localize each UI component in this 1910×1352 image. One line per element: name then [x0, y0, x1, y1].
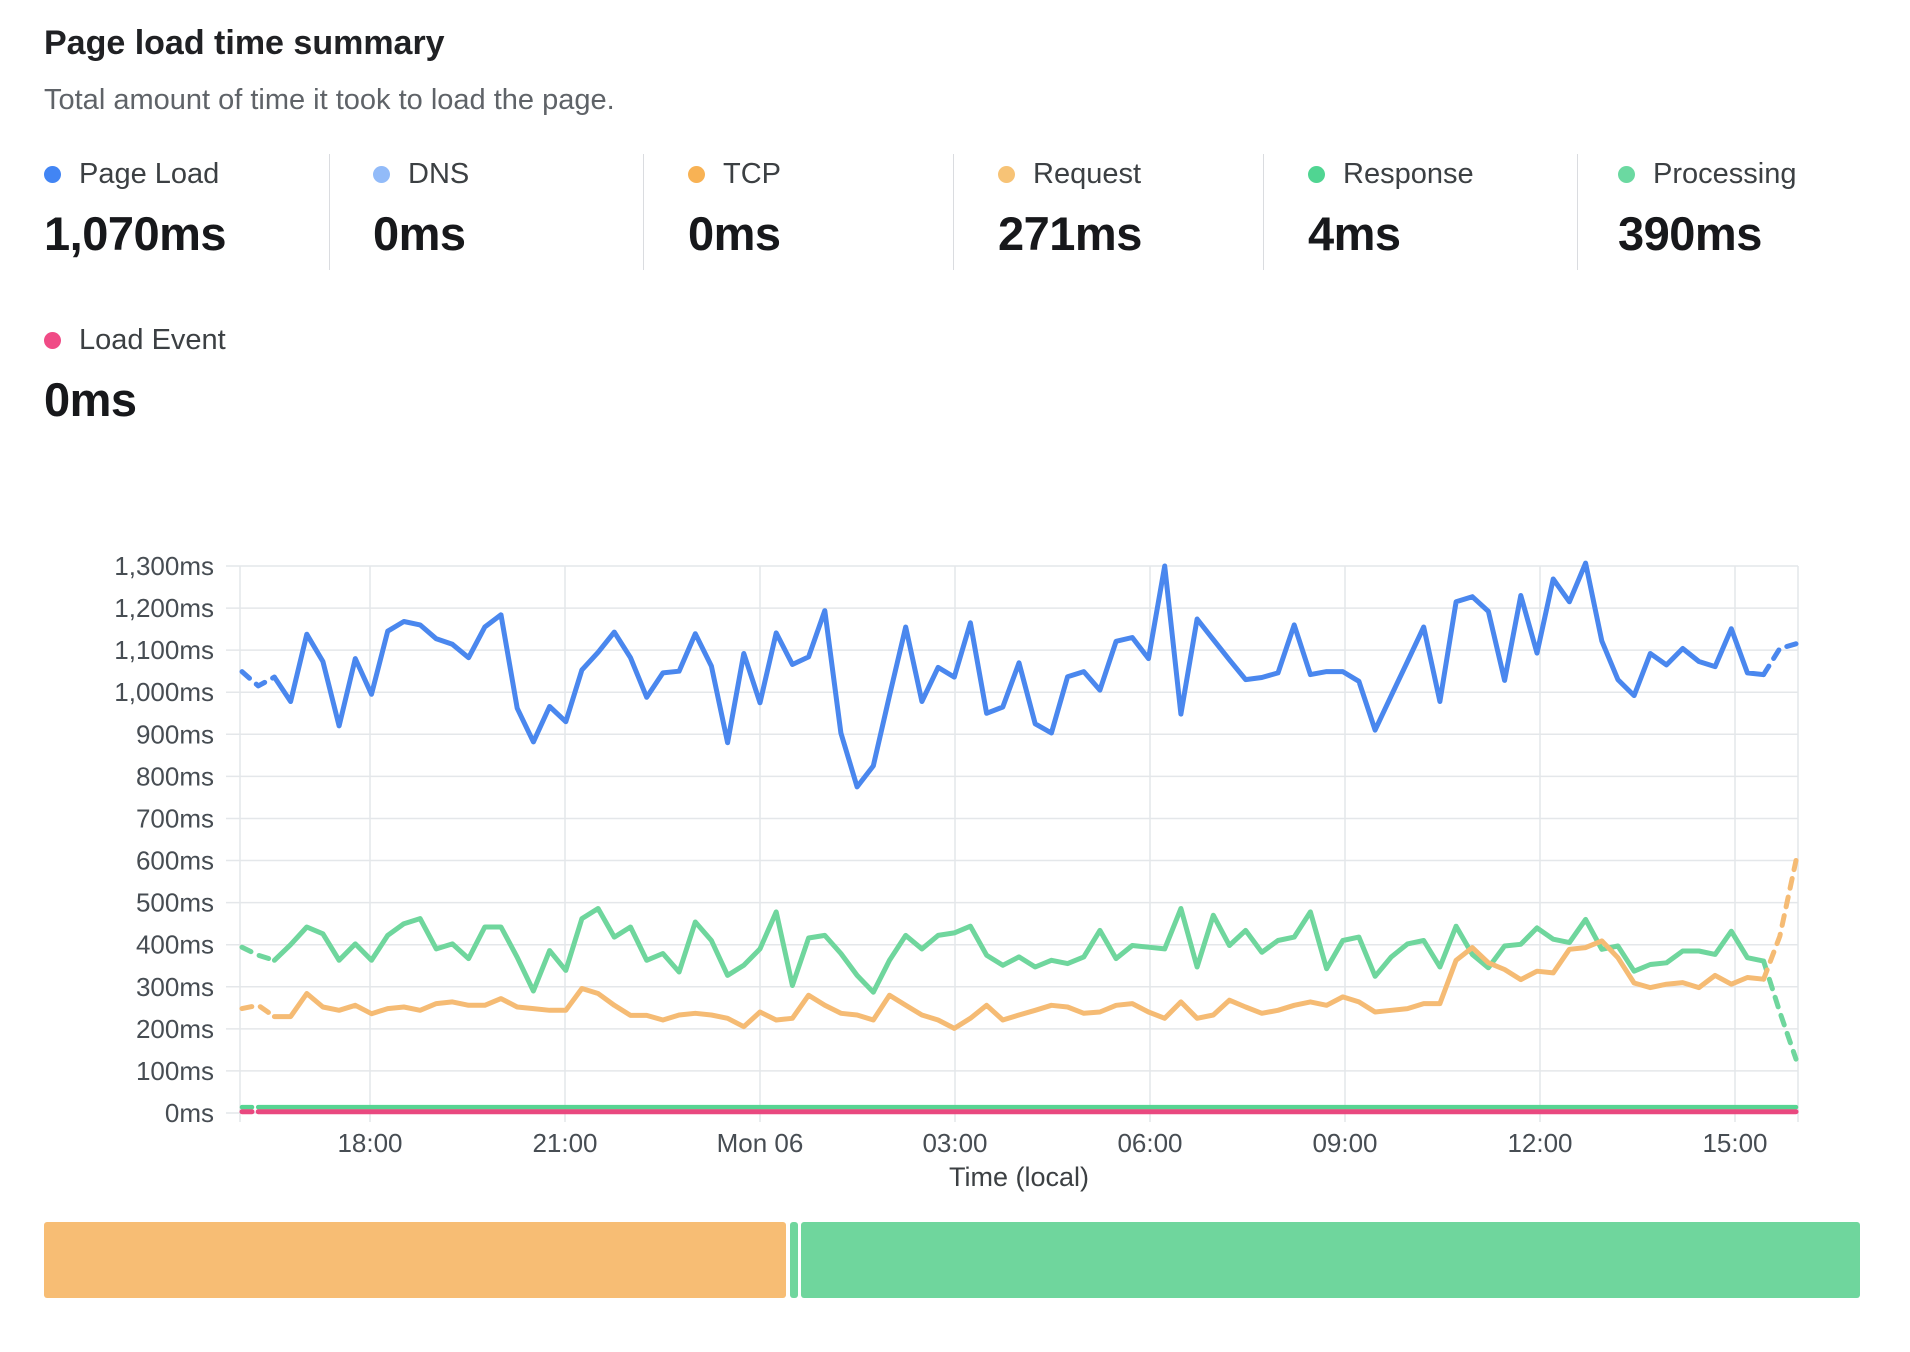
- y-axis-tick-label: 500ms: [136, 888, 214, 918]
- x-axis-tick-label: 03:00: [922, 1128, 987, 1158]
- x-axis-tick-label: 21:00: [532, 1128, 597, 1158]
- series-page-load-dashed: [242, 672, 274, 686]
- x-axis-tick-label: 06:00: [1117, 1128, 1182, 1158]
- y-axis-tick-label: 200ms: [136, 1014, 214, 1044]
- y-axis-tick-label: 100ms: [136, 1056, 214, 1086]
- y-axis-tick-label: 0ms: [165, 1098, 214, 1128]
- series-processing-dashed: [242, 947, 274, 960]
- x-axis-tick-label: 09:00: [1312, 1128, 1377, 1158]
- y-axis-tick-label: 900ms: [136, 719, 214, 749]
- timeline-bar-segment[interactable]: [801, 1222, 1860, 1298]
- timeline-bar[interactable]: [0, 1222, 1910, 1300]
- y-axis-tick-label: 800ms: [136, 761, 214, 791]
- y-axis-tick-label: 700ms: [136, 803, 214, 833]
- y-axis-tick-label: 400ms: [136, 930, 214, 960]
- x-axis-tick-label: Mon 06: [717, 1128, 804, 1158]
- y-axis-tick-label: 1,300ms: [114, 551, 214, 581]
- x-axis-title: Time (local): [949, 1162, 1089, 1192]
- y-axis-tick-label: 1,200ms: [114, 593, 214, 623]
- timeline-bar-segment[interactable]: [790, 1222, 798, 1298]
- page-load-time-line-chart[interactable]: 0ms 100ms 200ms 300ms 400ms 500ms 600ms 700ms 80…: [0, 0, 1910, 1352]
- y-axis-tick-label: 1,100ms: [114, 635, 214, 665]
- x-axis-tick-label: 12:00: [1507, 1128, 1572, 1158]
- series-page-load-dashed: [1764, 644, 1796, 675]
- x-axis-tick-label: 15:00: [1702, 1128, 1767, 1158]
- y-axis-tick-label: 300ms: [136, 972, 214, 1002]
- series-processing-dashed: [1764, 961, 1796, 1059]
- x-axis-tick-label: 18:00: [337, 1128, 402, 1158]
- series-request-dashed: [242, 1005, 274, 1016]
- y-axis-tick-label: 1,000ms: [114, 677, 214, 707]
- timeline-bar-segment[interactable]: [44, 1222, 786, 1298]
- series-request-dashed: [1764, 861, 1796, 980]
- y-axis-tick-label: 600ms: [136, 846, 214, 876]
